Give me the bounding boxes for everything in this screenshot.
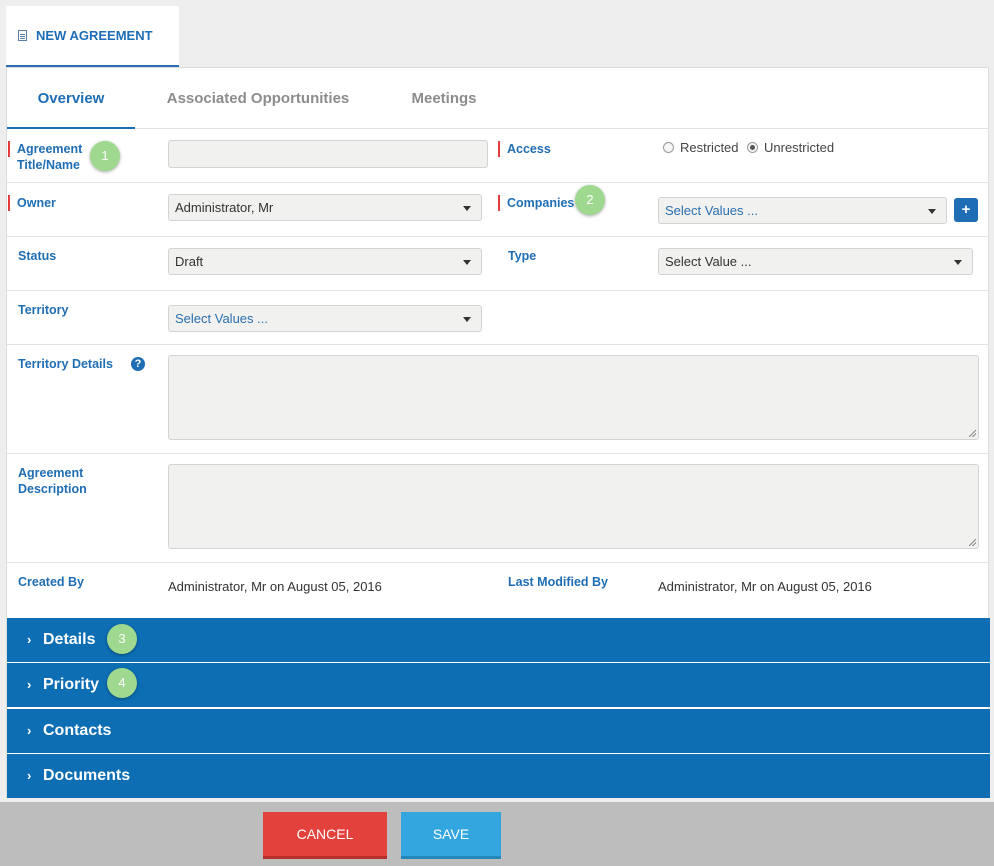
companies-select[interactable]: Select Values ... xyxy=(658,197,947,224)
required-marker xyxy=(498,141,500,157)
type-select[interactable]: Select Value ... xyxy=(658,248,973,275)
tab-overview[interactable]: Overview xyxy=(7,68,135,129)
description-label-line2: Description xyxy=(18,482,87,496)
last-modified-by-value: Administrator, Mr on August 05, 2016 xyxy=(658,579,872,594)
title-label-line2: Title/Name xyxy=(17,158,80,172)
companies-select-placeholder: Select Values ... xyxy=(665,203,758,218)
title-label-line1: Agreement xyxy=(17,142,83,156)
resize-handle-icon[interactable] xyxy=(969,539,976,546)
chevron-down-icon xyxy=(463,317,471,322)
territory-details-textarea[interactable] xyxy=(168,355,979,440)
owner-label: Owner xyxy=(17,196,56,210)
page-tab-new-agreement[interactable]: NEW AGREEMENT xyxy=(6,6,179,67)
callout-badge: 4 xyxy=(107,668,137,698)
owner-select[interactable]: Administrator, Mr xyxy=(168,194,482,221)
access-restricted-label: Restricted xyxy=(680,140,739,155)
status-select-value: Draft xyxy=(175,254,204,269)
chevron-down-icon xyxy=(928,209,936,214)
required-marker xyxy=(498,195,500,211)
section-documents[interactable]: › Documents xyxy=(7,754,990,798)
title-label: Agreement Title/Name xyxy=(17,141,82,173)
add-company-button[interactable]: + xyxy=(954,198,978,222)
description-label: Agreement Description xyxy=(18,465,87,497)
territory-select-placeholder: Select Values ... xyxy=(175,311,268,326)
callout-badge: 1 xyxy=(90,141,120,171)
territory-select[interactable]: Select Values ... xyxy=(168,305,482,332)
description-label-line1: Agreement xyxy=(18,466,84,480)
help-icon[interactable]: ? xyxy=(131,357,145,371)
save-button[interactable]: SAVE xyxy=(401,812,501,859)
callout-badge: 2 xyxy=(575,185,605,215)
row-status-type: Status Draft Type Select Value ... xyxy=(7,237,988,291)
access-unrestricted-radio[interactable] xyxy=(747,142,758,153)
tab-meetings[interactable]: Meetings xyxy=(387,68,501,129)
section-label: Details xyxy=(43,631,96,648)
row-audit-info: Created By Administrator, Mr on August 0… xyxy=(7,563,988,617)
section-details[interactable]: › Details xyxy=(7,618,990,662)
section-label: Contacts xyxy=(43,722,112,739)
resize-handle-icon[interactable] xyxy=(969,430,976,437)
cancel-button[interactable]: CANCEL xyxy=(263,812,387,859)
chevron-down-icon xyxy=(463,206,471,211)
row-owner-companies: Owner Administrator, Mr Companies Select… xyxy=(7,183,988,237)
row-title-access: Agreement Title/Name Access Restricted U… xyxy=(7,129,988,183)
section-priority[interactable]: › Priority xyxy=(7,663,990,707)
last-modified-by-label: Last Modified By xyxy=(508,575,609,589)
required-marker xyxy=(8,141,10,157)
callout-badge: 3 xyxy=(107,624,137,654)
tab-associated-opportunities[interactable]: Associated Opportunities xyxy=(147,68,369,129)
chevron-right-icon: › xyxy=(27,632,32,647)
access-label: Access xyxy=(507,142,551,156)
document-icon xyxy=(18,30,27,41)
type-label: Type xyxy=(508,249,537,263)
created-by-value: Administrator, Mr on August 05, 2016 xyxy=(168,579,382,594)
row-description: Agreement Description xyxy=(7,454,988,563)
access-restricted-radio[interactable] xyxy=(663,142,674,153)
required-marker xyxy=(8,195,10,211)
status-select[interactable]: Draft xyxy=(168,248,482,275)
territory-details-label: Territory Details xyxy=(18,357,113,371)
tab-bar: Overview Associated Opportunities Meetin… xyxy=(7,68,988,129)
status-label: Status xyxy=(18,249,57,263)
territory-label: Territory xyxy=(18,303,69,317)
section-contacts[interactable]: › Contacts xyxy=(7,709,990,753)
companies-label: Companies xyxy=(507,196,575,210)
owner-select-value: Administrator, Mr xyxy=(175,200,274,215)
created-by-label: Created By xyxy=(18,575,84,589)
chevron-right-icon: › xyxy=(27,723,32,738)
description-textarea[interactable] xyxy=(168,464,979,549)
row-territory-details: Territory Details ? xyxy=(7,345,988,454)
chevron-down-icon xyxy=(954,260,962,265)
row-territory: Territory Select Values ... xyxy=(7,291,988,345)
access-unrestricted-label: Unrestricted xyxy=(764,140,835,155)
chevron-right-icon: › xyxy=(27,768,32,783)
chevron-down-icon xyxy=(463,260,471,265)
title-input[interactable] xyxy=(168,140,488,168)
section-label: Priority xyxy=(43,676,100,693)
section-label: Documents xyxy=(43,767,131,784)
type-select-placeholder: Select Value ... xyxy=(665,254,752,269)
agreement-form-panel: Overview Associated Opportunities Meetin… xyxy=(6,67,990,798)
page-tab-label: NEW AGREEMENT xyxy=(36,28,153,43)
chevron-right-icon: › xyxy=(27,677,32,692)
